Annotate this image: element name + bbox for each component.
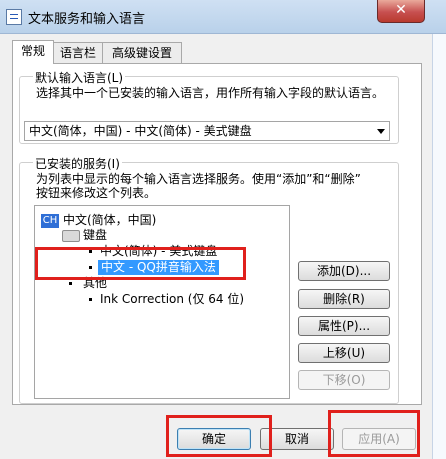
default-language-description: 选择其中一个已安装的输入语言，用作所有输入字段的默认语言。 [36, 86, 385, 100]
close-icon: ✕ [395, 2, 407, 18]
chevron-down-icon [377, 129, 385, 134]
default-language-label: 默认输入语言(L) [33, 69, 126, 86]
apply-button[interactable]: 应用(A) [342, 428, 416, 450]
title-bar: 文本服务和输入语言 ✕ [0, 0, 446, 34]
app-icon [6, 9, 22, 25]
default-language-selected: 中文(简体，中国) - 中文(简体) - 美式键盘 [29, 124, 252, 138]
properties-button[interactable]: 属性(P)... [298, 316, 390, 336]
tree-item-language[interactable]: 中文(简体，中国) [63, 213, 156, 228]
tree-item-ink-correction[interactable]: Ink Correction (仅 64 位) [100, 292, 244, 307]
tab-general[interactable]: 常规 [12, 40, 54, 64]
window-title: 文本服务和输入语言 [28, 12, 146, 27]
installed-services-description-2: 按钮来修改这个列表。 [36, 186, 157, 200]
keyboard-icon [62, 230, 80, 242]
tree-item-other[interactable]: 其他 [83, 276, 107, 291]
tab-language-bar[interactable]: 语言栏 [52, 42, 104, 63]
add-button[interactable]: 添加(D)... [298, 261, 390, 281]
default-language-dropdown[interactable]: 中文(简体，中国) - 中文(简体) - 美式键盘 [24, 121, 390, 141]
remove-button[interactable]: 删除(R) [298, 289, 390, 309]
close-button[interactable]: ✕ [377, 0, 425, 23]
tree-item-us-keyboard[interactable]: 中文(简体) - 美式键盘 [100, 244, 217, 259]
tree-item-keyboard[interactable]: 键盘 [83, 228, 107, 243]
installed-services-description-1: 为列表中显示的每个输入语言选择服务。使用“添加”和“删除” [36, 172, 361, 186]
ok-button[interactable]: 确定 [177, 428, 251, 450]
cancel-button[interactable]: 取消 [260, 428, 334, 450]
move-down-button[interactable]: 下移(O) [298, 370, 390, 390]
installed-services-tree[interactable]: CH 中文(简体，中国) 键盘 中文(简体) - 美式键盘 中文 - QQ拼音输… [34, 205, 290, 399]
tree-bullet [89, 250, 92, 253]
language-ch-icon: CH [41, 214, 59, 228]
tab-advanced-key-settings[interactable]: 高级键设置 [102, 42, 182, 63]
tree-bullet [89, 266, 92, 269]
move-up-button[interactable]: 上移(U) [298, 343, 390, 363]
tree-bullet [69, 282, 72, 285]
installed-services-label: 已安装的服务(I) [33, 155, 122, 172]
tree-item-qq-pinyin[interactable]: 中文 - QQ拼音输入法 [98, 260, 219, 275]
tree-bullet [89, 298, 92, 301]
background-window-edge [432, 34, 446, 459]
